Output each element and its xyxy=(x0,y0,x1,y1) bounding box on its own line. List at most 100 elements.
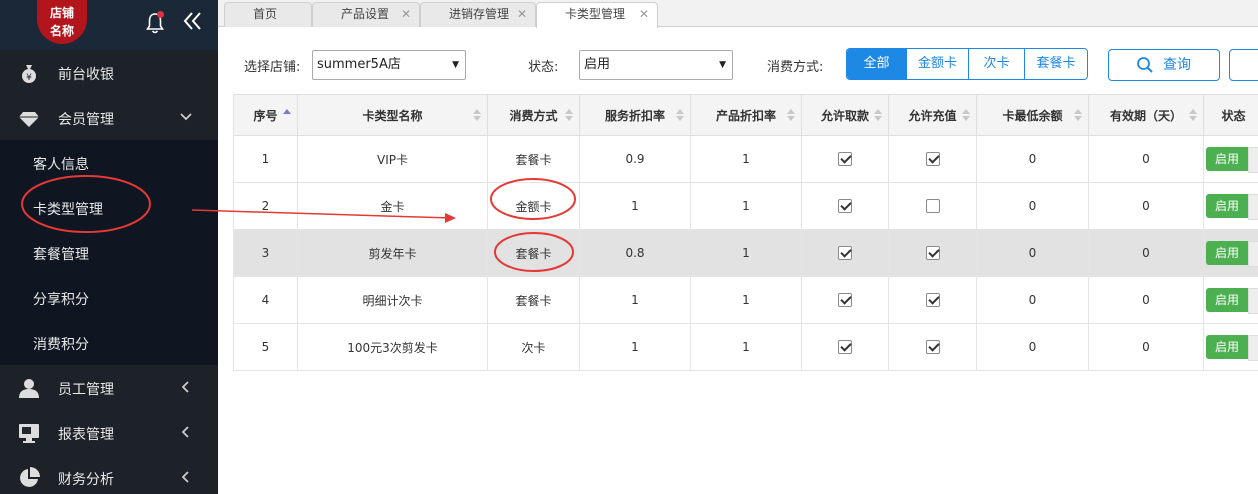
tab-card-types[interactable]: 卡类型管理 ✕ xyxy=(536,2,658,28)
store-select[interactable]: summer5A店 ▼ xyxy=(312,50,466,80)
status-toggle-button[interactable]: 启用 xyxy=(1206,335,1258,361)
col-header-label: 允许充值 xyxy=(908,108,957,123)
status-toggle-button[interactable]: 启用 xyxy=(1206,194,1258,220)
cell-status: 启用 xyxy=(1203,135,1258,183)
recharge-checkbox[interactable] xyxy=(925,246,940,261)
sidebar-subitem-label: 卡类型管理 xyxy=(33,202,103,218)
consume-mode-package-card[interactable]: 套餐卡 xyxy=(1025,49,1087,79)
consume-mode-segmented: 全部 金额卡 次卡 套餐卡 xyxy=(846,48,1088,80)
col-header-withdraw[interactable]: 允许取款 xyxy=(801,94,889,136)
sort-icon xyxy=(1189,109,1197,121)
sort-icon xyxy=(962,109,970,121)
sidebar-subitem-consume-points[interactable]: 消费积分 xyxy=(0,320,218,365)
col-header-label: 状态 xyxy=(1221,108,1246,123)
tab-label: 首页 xyxy=(253,7,278,21)
cell-name: 剪发年卡 xyxy=(297,229,488,277)
cell-name: 明细计次卡 xyxy=(297,276,488,324)
cell-validity: 0 xyxy=(1088,276,1204,324)
cell-validity: 0 xyxy=(1088,182,1204,230)
sidebar-subitem-guest-info[interactable]: 客人信息 xyxy=(0,140,218,185)
cell-withdraw xyxy=(801,323,889,371)
query-button[interactable]: 查询 xyxy=(1108,49,1220,81)
search-icon xyxy=(1137,57,1153,73)
cell-recharge xyxy=(888,323,977,371)
consume-mode-count-card[interactable]: 次卡 xyxy=(969,49,1025,79)
table-header-row: 序号 卡类型名称 消费方式 服务折扣率 产品折扣率 允许取款 允许充值 卡最低余… xyxy=(233,94,1258,136)
tab-home[interactable]: 首页 xyxy=(224,2,312,27)
withdraw-checkbox[interactable] xyxy=(838,199,852,214)
table-row[interactable]: 1 VIP卡 套餐卡 0.9 1 0 0 启用 xyxy=(233,135,1258,183)
recharge-checkbox[interactable] xyxy=(925,199,940,214)
collapse-sidebar-icon[interactable] xyxy=(182,9,204,33)
query-button-label: 查询 xyxy=(1163,57,1191,73)
cell-mode: 套餐卡 xyxy=(487,229,580,277)
col-header-mode[interactable]: 消费方式 xyxy=(487,94,580,136)
store-select-value: summer5A店 xyxy=(317,57,401,72)
cell-no: 2 xyxy=(233,182,298,230)
withdraw-checkbox[interactable] xyxy=(838,293,852,308)
sort-icon xyxy=(473,109,481,121)
col-header-label: 卡最低余额 xyxy=(1002,108,1063,123)
cell-status: 启用 xyxy=(1203,276,1258,324)
status-toggle-button[interactable]: 启用 xyxy=(1206,241,1258,267)
sidebar-item-cashier[interactable]: ¥ 前台收银 xyxy=(0,50,218,95)
status-select[interactable]: 启用 ▼ xyxy=(579,50,733,80)
cell-validity: 0 xyxy=(1088,323,1204,371)
extra-button[interactable] xyxy=(1229,49,1258,81)
withdraw-checkbox[interactable] xyxy=(838,246,852,261)
sort-icon xyxy=(1074,109,1082,121)
recharge-checkbox[interactable] xyxy=(925,152,940,167)
card-type-table: 序号 卡类型名称 消费方式 服务折扣率 产品折扣率 允许取款 允许充值 卡最低余… xyxy=(233,94,1258,371)
tab-inventory[interactable]: 进销存管理 ✕ xyxy=(420,2,536,27)
table-row[interactable]: 4 明细计次卡 套餐卡 1 1 0 0 启用 xyxy=(233,276,1258,324)
col-header-label: 有效期（天） xyxy=(1109,108,1182,123)
cell-recharge xyxy=(888,182,977,230)
bell-icon[interactable] xyxy=(145,11,165,35)
cell-service-discount: 0.8 xyxy=(579,229,691,277)
sidebar-item-reports[interactable]: 报表管理 xyxy=(0,410,218,455)
col-header-label: 消费方式 xyxy=(509,108,558,123)
status-toggle-button[interactable]: 启用 xyxy=(1206,147,1258,173)
col-header-min-balance[interactable]: 卡最低余额 xyxy=(976,94,1089,136)
cell-recharge xyxy=(888,276,977,324)
col-header-product-discount[interactable]: 产品折扣率 xyxy=(690,94,802,136)
notification-dot xyxy=(157,11,164,18)
cell-status: 启用 xyxy=(1203,323,1258,371)
withdraw-checkbox[interactable] xyxy=(838,152,852,167)
store-logo[interactable]: 店铺 名称 xyxy=(37,0,87,44)
col-header-no[interactable]: 序号 xyxy=(233,94,298,136)
sidebar-subitem-card-types[interactable]: 卡类型管理 xyxy=(0,185,218,230)
svg-text:¥: ¥ xyxy=(26,73,32,83)
cell-min-balance: 0 xyxy=(976,229,1089,277)
col-header-status[interactable]: 状态 xyxy=(1203,94,1258,136)
tab-product-settings[interactable]: 产品设置 ✕ xyxy=(312,2,420,27)
sidebar-item-staff[interactable]: 员工管理 xyxy=(0,365,218,410)
cell-validity: 0 xyxy=(1088,135,1204,183)
col-header-validity[interactable]: 有效期（天） xyxy=(1088,94,1204,136)
sidebar-subitem-packages[interactable]: 套餐管理 xyxy=(0,230,218,275)
close-icon[interactable]: ✕ xyxy=(401,3,411,26)
table-row[interactable]: 2 金卡 金额卡 1 1 0 0 启用 xyxy=(233,182,1258,230)
sidebar-item-members[interactable]: 会员管理 xyxy=(0,95,218,140)
close-icon[interactable]: ✕ xyxy=(639,3,649,26)
col-header-label: 产品折扣率 xyxy=(715,108,776,123)
consume-mode-all[interactable]: 全部 xyxy=(847,49,907,79)
cell-withdraw xyxy=(801,135,889,183)
col-header-name[interactable]: 卡类型名称 xyxy=(297,94,488,136)
chevron-left-icon xyxy=(180,380,192,394)
sidebar-item-finance[interactable]: 财务分析 xyxy=(0,455,218,494)
recharge-checkbox[interactable] xyxy=(925,340,940,355)
table-row[interactable]: 3 剪发年卡 套餐卡 0.8 1 0 0 启用 xyxy=(233,229,1258,277)
withdraw-checkbox[interactable] xyxy=(838,340,852,355)
col-header-service-discount[interactable]: 服务折扣率 xyxy=(579,94,691,136)
sidebar-subitem-share-points[interactable]: 分享积分 xyxy=(0,275,218,320)
table-row[interactable]: 5 100元3次剪发卡 次卡 1 1 0 0 启用 xyxy=(233,323,1258,371)
close-icon[interactable]: ✕ xyxy=(517,3,527,26)
cell-name: VIP卡 xyxy=(297,135,488,183)
status-toggle-button[interactable]: 启用 xyxy=(1206,288,1258,314)
recharge-checkbox[interactable] xyxy=(925,293,940,308)
cell-mode: 次卡 xyxy=(487,323,580,371)
col-header-recharge[interactable]: 允许充值 xyxy=(888,94,977,136)
col-header-label: 允许取款 xyxy=(820,108,869,123)
consume-mode-amount-card[interactable]: 金额卡 xyxy=(907,49,969,79)
